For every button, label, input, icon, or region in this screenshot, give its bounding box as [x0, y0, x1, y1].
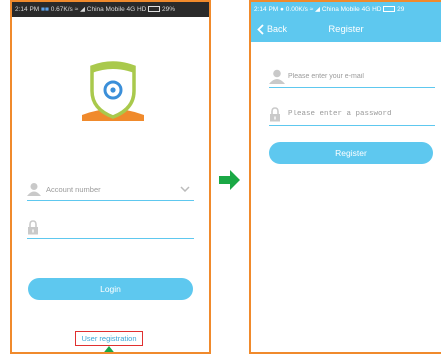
login-screen: 2:14 PM ■■ 0.67K/s ≈ ◢ China Mobile 4G H…: [10, 0, 211, 354]
status-network: 4G HD: [361, 6, 382, 13]
status-speed: 0.67K/s: [50, 6, 73, 13]
lock-icon: [269, 106, 281, 122]
status-time: 2:14 PM: [15, 6, 40, 13]
shield-camera-icon: [82, 61, 144, 121]
battery-icon: [383, 6, 396, 13]
account-number-input[interactable]: [41, 184, 180, 194]
status-speed: 0.00K/s: [285, 6, 308, 13]
notification-icon: ●: [280, 6, 284, 13]
login-button[interactable]: Login: [28, 278, 193, 300]
user-icon: [269, 69, 285, 84]
email-input[interactable]: [285, 72, 435, 80]
status-network: 4G HD: [126, 6, 147, 13]
status-battery: 29%: [162, 6, 176, 13]
user-icon: [27, 182, 41, 196]
app-logo: [78, 57, 148, 127]
register-password-input[interactable]: [281, 110, 435, 118]
register-button[interactable]: Register: [269, 142, 433, 164]
account-number-field: [27, 178, 194, 201]
status-battery: 29: [397, 6, 405, 13]
signal-icon: ◢: [79, 6, 85, 13]
lock-icon: [27, 219, 39, 235]
status-time: 2:14 PM: [254, 6, 279, 13]
password-input[interactable]: [39, 222, 194, 232]
password-field: [27, 216, 194, 239]
status-bar: 2:14 PM ● 0.00K/s ≈ ◢ China Mobile 4G HD…: [251, 2, 441, 17]
register-password-field: [269, 103, 435, 126]
status-carrier: China Mobile: [86, 6, 125, 13]
navigation-bar: Back Register: [251, 17, 441, 42]
battery-icon: [148, 6, 161, 13]
right-arrow-icon: [219, 170, 240, 190]
wifi-icon: ≈: [309, 6, 314, 13]
wifi-icon: ≈: [74, 6, 79, 13]
user-registration-link[interactable]: User registration: [75, 331, 143, 346]
chevron-down-icon[interactable]: [180, 186, 190, 192]
up-arrow-icon: [104, 346, 114, 352]
email-field: [269, 65, 435, 88]
signal-icon: ◢: [315, 6, 321, 13]
status-bar: 2:14 PM ■■ 0.67K/s ≈ ◢ China Mobile 4G H…: [12, 2, 209, 17]
notification-icons: ■■: [41, 6, 49, 13]
page-title: Register: [328, 24, 364, 35]
status-carrier: China Mobile: [321, 6, 360, 13]
register-screen: 2:14 PM ● 0.00K/s ≈ ◢ China Mobile 4G HD…: [249, 0, 441, 354]
